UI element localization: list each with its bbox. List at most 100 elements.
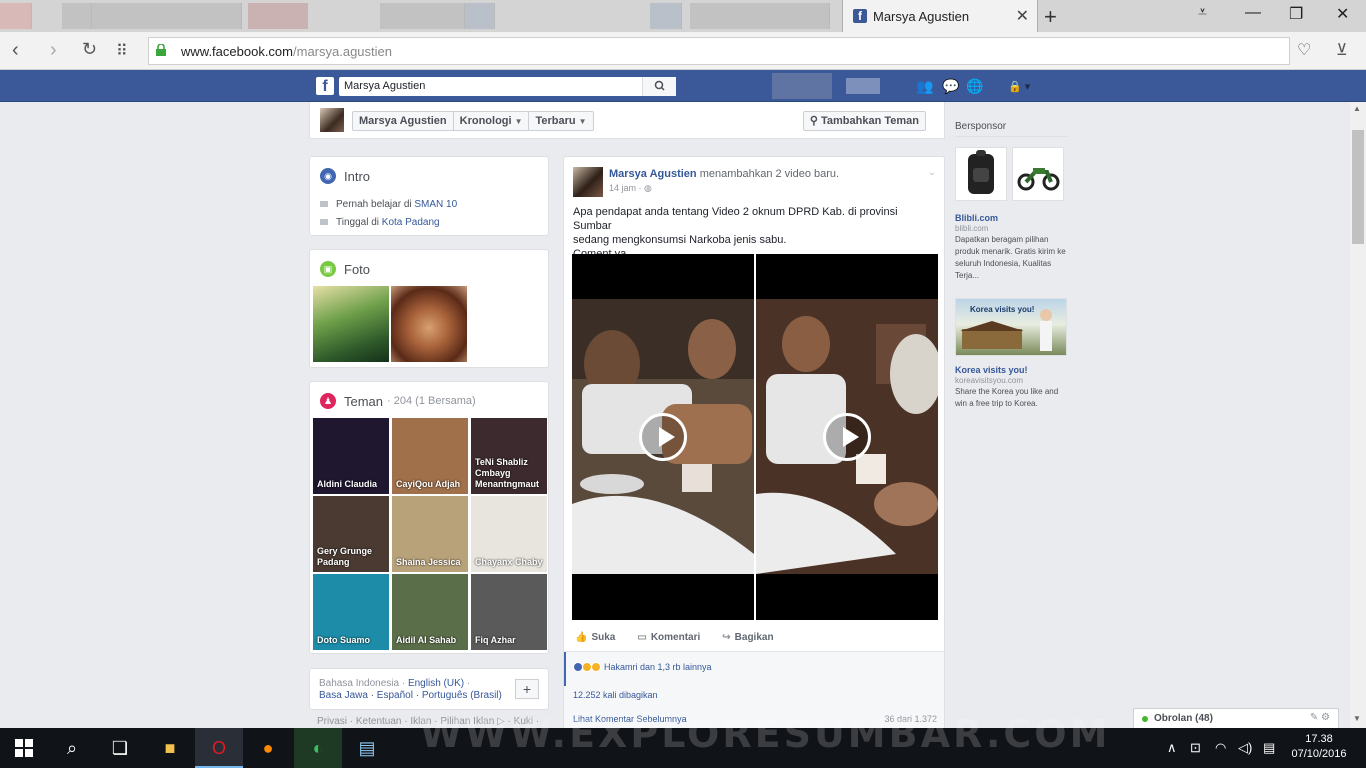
wifi-icon[interactable]: ◠ xyxy=(1215,740,1226,756)
home-link-blurred[interactable] xyxy=(846,78,880,94)
file-explorer-button[interactable]: ■ xyxy=(146,728,194,768)
photo-thumbnail[interactable] xyxy=(313,286,389,362)
system-clock[interactable]: 17.38 07/10/2016 xyxy=(1284,732,1354,762)
video-thumbnail[interactable] xyxy=(756,254,938,620)
school-link[interactable]: SMAN 10 xyxy=(414,199,457,210)
profile-name-link[interactable]: Marsya Agustien xyxy=(353,112,454,130)
close-tab-icon[interactable]: ✕ xyxy=(1016,6,1029,26)
avatar[interactable] xyxy=(320,108,344,132)
opera-button[interactable]: O xyxy=(195,728,243,768)
friend-tile[interactable]: TeNi Shabliz Cmbayg Menantngmaut xyxy=(471,418,547,494)
language-link[interactable]: Basa Jawa · Español · Português (Brasil) xyxy=(319,690,502,701)
minimize-button[interactable]: — xyxy=(1245,4,1261,22)
friend-tile[interactable]: Fiq Azhar xyxy=(471,574,547,650)
post-time[interactable]: 14 jam · ◍ xyxy=(609,183,652,194)
search-button[interactable] xyxy=(642,77,676,96)
motorcycle-image xyxy=(1017,168,1060,191)
back-button[interactable]: ‹ xyxy=(12,39,19,62)
browser-tab[interactable] xyxy=(62,3,92,29)
friend-name[interactable]: Aidil Al Sahab xyxy=(396,635,464,646)
play-button[interactable] xyxy=(639,413,687,461)
restore-button[interactable]: ❐ xyxy=(1289,4,1303,24)
close-window-button[interactable]: ✕ xyxy=(1336,4,1349,24)
city-link[interactable]: Kota Padang xyxy=(382,217,440,228)
friend-tile[interactable]: Gery Grunge Padang xyxy=(313,496,389,572)
messages-icon[interactable]: 💬 xyxy=(942,78,959,95)
search-input[interactable]: Marsya Agustien xyxy=(339,77,676,96)
recent-dropdown[interactable]: Terbaru ▼ xyxy=(529,112,592,130)
chat-bar[interactable]: Obrolan (48) ✎ ⚙ xyxy=(1133,708,1339,728)
volume-icon[interactable]: ◁) xyxy=(1238,740,1252,756)
comment-button[interactable]: ▭ Komentari xyxy=(637,632,700,650)
avatar[interactable] xyxy=(573,167,603,197)
friend-name[interactable]: Chayanx Chaby xyxy=(475,557,543,568)
friend-requests-icon[interactable]: 👥 xyxy=(916,78,933,95)
friend-tile[interactable]: Aidil Al Sahab xyxy=(392,574,468,650)
friend-name[interactable]: TeNi Shabliz Cmbayg Menantngmaut xyxy=(475,457,543,490)
ad-title[interactable]: Blibli.com xyxy=(955,213,998,223)
facebook-logo-icon[interactable]: f xyxy=(316,77,334,95)
heart-icon[interactable]: ♡ xyxy=(1297,40,1311,60)
reactions-summary[interactable]: Hakamri dan 1,3 rb lainnya xyxy=(573,662,712,672)
photo-thumbnail[interactable] xyxy=(391,286,467,362)
friend-tile[interactable]: Doto Suamo xyxy=(313,574,389,650)
browser-tab[interactable] xyxy=(0,3,32,29)
chevron-down-icon[interactable]: ⌄ xyxy=(928,167,936,178)
firefox-button[interactable]: ● xyxy=(244,728,292,768)
network-device-icon[interactable]: ⊡ xyxy=(1190,740,1201,756)
new-tab-button[interactable]: + xyxy=(1044,4,1057,30)
friend-tile[interactable]: Chayanx Chaby xyxy=(471,496,547,572)
ad-image[interactable]: Korea visits you! xyxy=(955,298,1067,356)
browser-tab[interactable] xyxy=(690,3,830,29)
scrollbar[interactable]: ▲ ▼ xyxy=(1350,102,1366,728)
start-button[interactable] xyxy=(0,728,48,768)
play-button[interactable] xyxy=(823,413,871,461)
forward-button[interactable]: › xyxy=(50,39,57,62)
settings-menu-icon[interactable]: 🔒 ▾ xyxy=(1008,80,1030,93)
video-thumbnail[interactable] xyxy=(572,254,754,620)
action-center-icon[interactable]: ▤ xyxy=(1263,740,1275,756)
timeline-dropdown[interactable]: Kronologi ▼ xyxy=(454,112,530,130)
app-button[interactable]: ◐ xyxy=(294,728,342,768)
like-button[interactable]: 👍 Suka xyxy=(575,632,615,650)
scrollbar-thumb[interactable] xyxy=(1352,130,1364,244)
speed-dial-icon[interactable]: ⠿ xyxy=(116,41,128,61)
task-view-button[interactable]: ❏ xyxy=(96,728,144,768)
browser-tab[interactable] xyxy=(248,3,308,29)
search-taskbar-button[interactable]: ⌕ xyxy=(48,728,96,768)
friend-name[interactable]: Gery Grunge Padang xyxy=(317,546,385,568)
language-link[interactable]: English (UK) xyxy=(408,678,464,689)
ad-image[interactable] xyxy=(955,147,1007,201)
add-friend-button[interactable]: ⚲ Tambahkan Teman xyxy=(802,111,926,131)
share-button[interactable]: ↪ Bagikan xyxy=(722,632,773,650)
ad-title[interactable]: Korea visits you! xyxy=(955,365,1028,375)
friend-tile[interactable]: CayiQou Adjah xyxy=(392,418,468,494)
show-hidden-icons[interactable]: ∧ xyxy=(1167,740,1177,756)
notifications-icon[interactable]: 🌐 xyxy=(966,78,983,95)
friend-name[interactable]: Aldini Claudia xyxy=(317,479,385,490)
scroll-up-icon[interactable]: ▲ xyxy=(1353,104,1361,113)
address-bar[interactable]: www.facebook.com/marsya.agustien xyxy=(148,37,1290,65)
friend-tile[interactable]: Shaina Jessica xyxy=(392,496,468,572)
friend-name[interactable]: Fiq Azhar xyxy=(475,635,543,646)
browser-tab[interactable] xyxy=(465,3,495,29)
author-link[interactable]: Marsya Agustien xyxy=(609,168,697,180)
notepad-button[interactable]: ▤ xyxy=(343,728,391,768)
browser-tab[interactable] xyxy=(650,3,682,29)
browser-tab[interactable] xyxy=(380,3,465,29)
browser-tab[interactable] xyxy=(92,3,242,29)
add-language-button[interactable]: + xyxy=(515,679,539,699)
download-icon[interactable]: ⊻ xyxy=(1336,40,1348,60)
tab-list-icon[interactable]: ⩡ xyxy=(1198,4,1207,22)
chat-settings-icon[interactable]: ✎ ⚙ xyxy=(1310,712,1330,723)
browser-tab-active[interactable]: f Marsya Agustien ✕ xyxy=(842,0,1038,32)
friend-name[interactable]: Doto Suamo xyxy=(317,635,385,646)
shares-count[interactable]: 12.252 kali dibagikan xyxy=(573,690,658,700)
scroll-down-icon[interactable]: ▼ xyxy=(1353,714,1361,723)
friend-name[interactable]: Shaina Jessica xyxy=(396,557,464,568)
profile-link-blurred[interactable] xyxy=(772,73,832,99)
friend-tile[interactable]: Aldini Claudia xyxy=(313,418,389,494)
ad-image[interactable] xyxy=(1012,147,1064,201)
friend-name[interactable]: CayiQou Adjah xyxy=(396,479,464,490)
reload-button[interactable]: ↻ xyxy=(82,39,97,60)
